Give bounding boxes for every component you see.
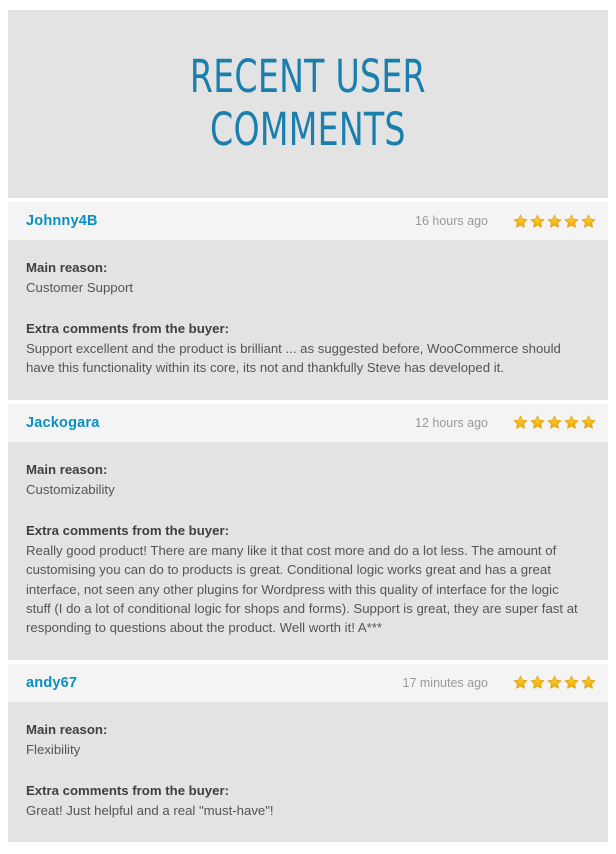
extra-comments-label: Extra comments from the buyer: bbox=[26, 523, 229, 539]
review-body: Main reason: Customer Support Extra commen… bbox=[8, 240, 608, 400]
main-reason-field: Main reason: Flexibility bbox=[26, 720, 580, 759]
title-banner: RECENT USER COMMENTS bbox=[8, 10, 608, 198]
star-icon bbox=[564, 214, 579, 229]
review-timestamp: 17 minutes ago bbox=[402, 675, 488, 690]
star-icon bbox=[581, 675, 596, 690]
review-username[interactable]: andy67 bbox=[26, 675, 403, 691]
main-reason-label: Main reason: bbox=[26, 260, 108, 275]
star-icon bbox=[530, 675, 545, 690]
extra-comments-value: Support excellent and the product is bri… bbox=[26, 341, 561, 376]
page-title: RECENT USER COMMENTS bbox=[190, 50, 426, 156]
star-icon bbox=[513, 415, 528, 430]
extra-comments-field: Extra comments from the buyer: Great! Jus… bbox=[26, 781, 580, 820]
review-header: andy67 17 minutes ago bbox=[8, 663, 608, 702]
extra-comments-label: Extra comments from the buyer: bbox=[26, 321, 229, 337]
main-reason-label: Main reason: bbox=[26, 721, 108, 737]
review-header: Johnny4B 16 hours ago bbox=[8, 202, 608, 240]
review-header: Jackogara 12 hours ago bbox=[8, 403, 608, 442]
star-icon bbox=[564, 675, 579, 690]
main-reason-value: Customizability bbox=[26, 481, 115, 497]
rating-stars bbox=[506, 415, 596, 430]
review-username[interactable]: Johnny4B bbox=[26, 213, 415, 229]
main-reason-value: Flexibility bbox=[26, 741, 81, 757]
star-icon bbox=[581, 214, 596, 229]
star-icon bbox=[547, 675, 562, 690]
review-body: Main reason: Customizability Extra comment… bbox=[8, 441, 608, 660]
rating-stars bbox=[506, 675, 596, 690]
main-reason-field: Main reason: Customizability bbox=[26, 460, 580, 499]
page-root: RECENT USER COMMENTS Johnny4B 16 hours ag… bbox=[0, 0, 616, 854]
extra-comments-field: Extra comments from the buyer: Support ex… bbox=[26, 319, 580, 378]
review-timestamp: 12 hours ago bbox=[415, 415, 488, 430]
main-reason-value: Customer Support bbox=[26, 279, 134, 295]
main-reason-field: Main reason: Customer Support bbox=[26, 258, 580, 297]
review-item: Jackogara 12 hours ago Main reason: Customi… bbox=[8, 403, 608, 660]
star-icon bbox=[530, 415, 545, 430]
review-list: Johnny4B 16 hours ago Main reason: Customer… bbox=[8, 202, 608, 843]
review-username[interactable]: Jackogara bbox=[26, 415, 415, 431]
extra-comments-value: Great! Just helpful and a real "must-hav… bbox=[26, 802, 274, 818]
star-icon bbox=[530, 214, 545, 229]
extra-comments-label: Extra comments from the buyer: bbox=[26, 783, 229, 799]
star-icon bbox=[581, 415, 596, 430]
star-icon bbox=[564, 415, 579, 430]
rating-stars bbox=[506, 214, 596, 229]
star-icon bbox=[547, 214, 562, 229]
star-icon bbox=[513, 214, 528, 229]
review-body: Main reason: Flexibility Extra comments fr… bbox=[8, 701, 608, 843]
star-icon bbox=[513, 675, 528, 690]
main-reason-label: Main reason: bbox=[26, 461, 108, 477]
star-icon bbox=[547, 415, 562, 430]
review-timestamp: 16 hours ago bbox=[415, 214, 488, 228]
review-item: Johnny4B 16 hours ago Main reason: Customer… bbox=[8, 202, 608, 400]
extra-comments-value: Really good product! There are many like… bbox=[26, 542, 578, 636]
review-item: andy67 17 minutes ago Main reason: Flexibil… bbox=[8, 663, 608, 843]
extra-comments-field: Extra comments from the buyer: Really goo… bbox=[26, 521, 580, 638]
